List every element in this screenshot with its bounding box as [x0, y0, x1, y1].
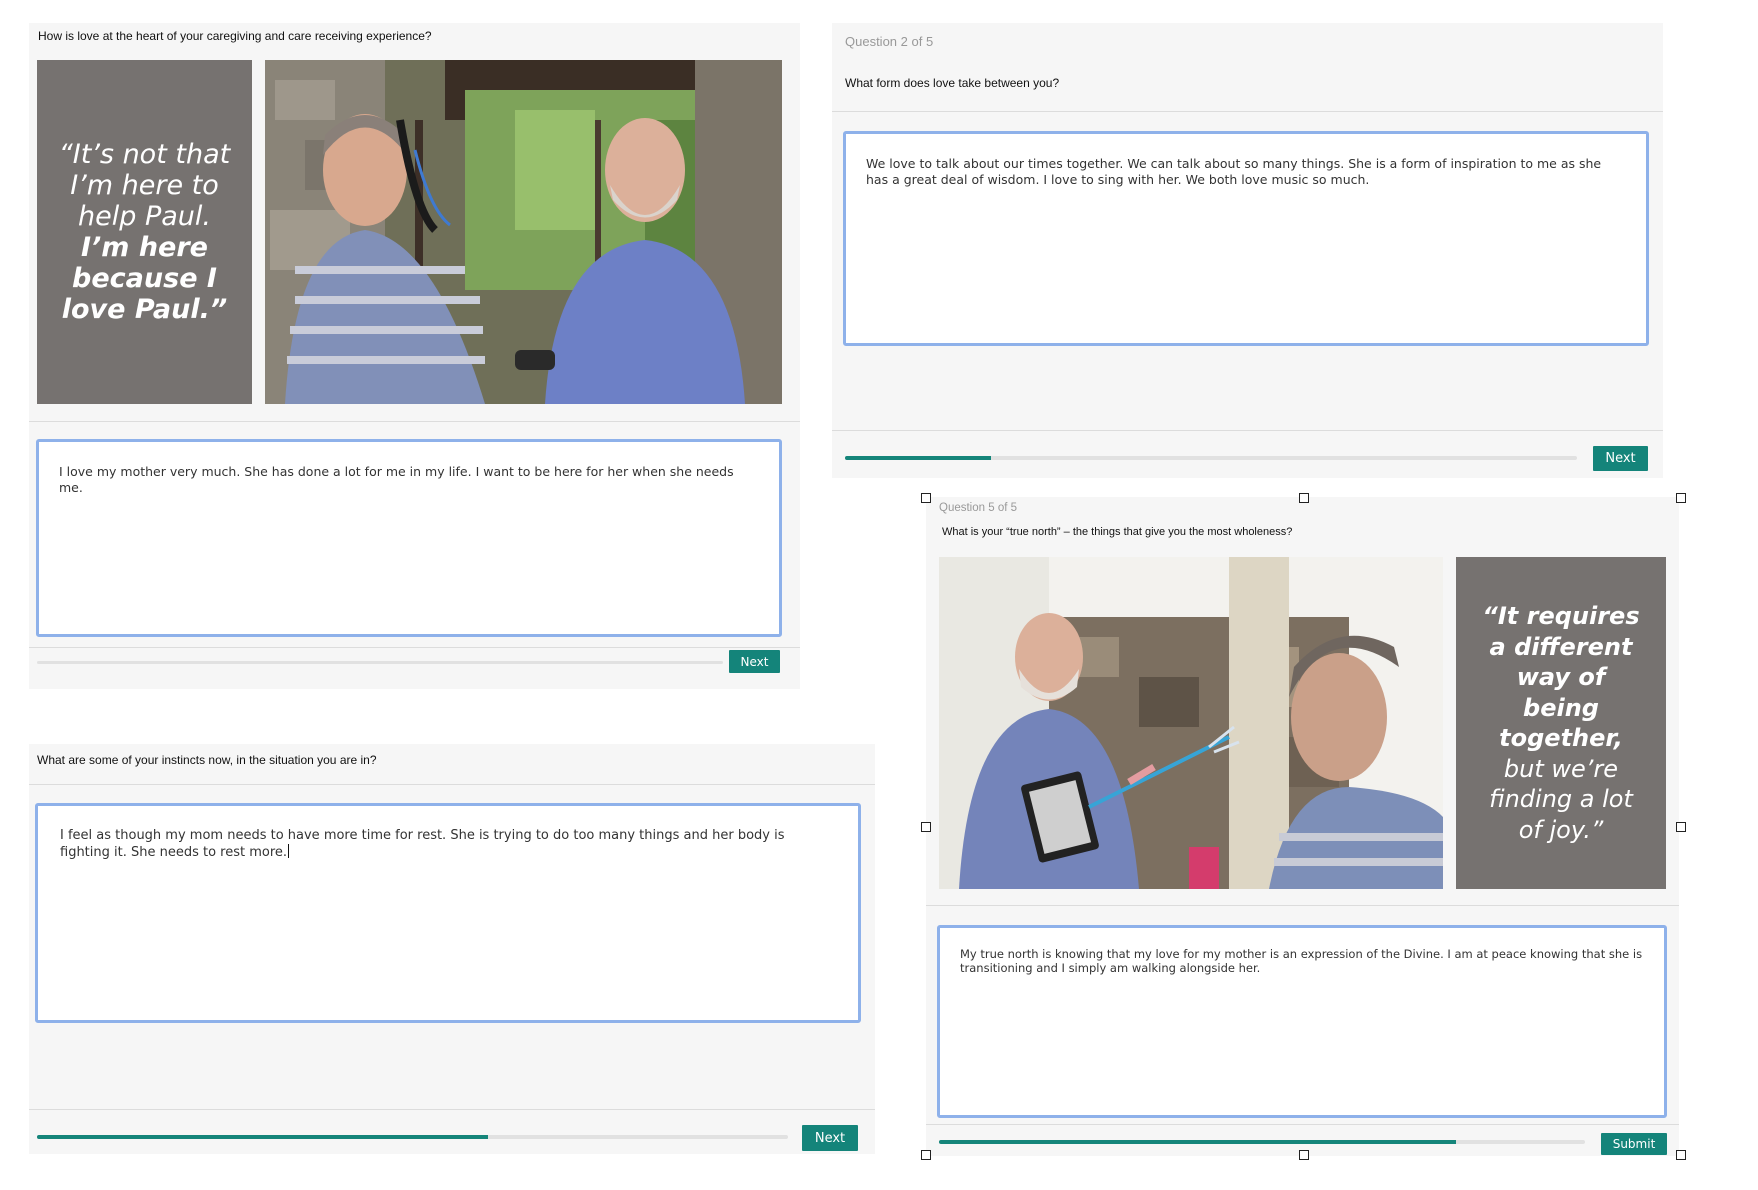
quote-line: “It requires — [1482, 602, 1640, 630]
divider — [29, 421, 800, 422]
photo-two-men-porch — [265, 60, 782, 404]
resize-handle-bottom-center[interactable] — [1299, 1150, 1309, 1160]
progress-fill — [845, 456, 992, 460]
resize-handle-middle-left[interactable] — [921, 822, 931, 832]
divider — [29, 1109, 875, 1110]
divider — [926, 1124, 1679, 1125]
divider — [926, 905, 1679, 906]
next-button[interactable]: Next — [729, 650, 780, 673]
photo-illustration — [939, 557, 1443, 889]
quote-line: help Paul. — [78, 201, 211, 232]
question-card-true-north: Question 5 of 5 What is your “true north… — [926, 497, 1679, 1156]
answer-text: I feel as though my mom needs to have mo… — [60, 828, 785, 861]
question-card-instincts: What are some of your instincts now, in … — [29, 744, 875, 1154]
resize-handle-top-center[interactable] — [1299, 493, 1309, 503]
text-cursor — [288, 844, 290, 859]
divider — [29, 647, 800, 648]
photo-men-tablet — [939, 557, 1443, 889]
progress-fill — [939, 1140, 1456, 1144]
resize-handle-top-left[interactable] — [921, 493, 931, 503]
resize-handle-middle-right[interactable] — [1676, 822, 1686, 832]
answer-textbox[interactable]: I love my mother very much. She has done… — [36, 439, 782, 637]
next-button[interactable]: Next — [802, 1125, 858, 1151]
answer-textbox[interactable]: I feel as though my mom needs to have mo… — [35, 803, 861, 1023]
quote-card: “It requires a different way of being togeth… — [1456, 557, 1666, 889]
quote-card: “It’s not that I’m here to help Paul. I’m h… — [37, 60, 252, 404]
resize-handle-bottom-right[interactable] — [1676, 1150, 1686, 1160]
progress-bar — [845, 456, 1577, 460]
progress-bar — [37, 661, 723, 664]
divider — [832, 430, 1663, 431]
question-card-love-form: Question 2 of 5 What form does love take… — [832, 23, 1663, 478]
question-number: Question 2 of 5 — [845, 34, 934, 49]
next-button[interactable]: Next — [1593, 446, 1648, 471]
answer-textbox[interactable]: We love to talk about our times together… — [843, 131, 1649, 346]
quote-line: of joy.” — [1518, 815, 1604, 844]
quote-line: finding a lot — [1489, 785, 1633, 813]
progress-bar — [37, 1135, 788, 1139]
quote-line: way of — [1516, 663, 1606, 691]
resize-handle-top-right[interactable] — [1676, 493, 1686, 503]
quote-line: being — [1523, 693, 1599, 722]
progress-fill — [37, 1135, 488, 1139]
resize-handle-bottom-left[interactable] — [921, 1150, 931, 1160]
quote-line: because I — [72, 263, 217, 294]
question-text: What form does love take between you? — [845, 76, 1060, 90]
divider — [29, 784, 875, 785]
divider — [832, 111, 1663, 112]
submit-button[interactable]: Submit — [1601, 1133, 1667, 1155]
answer-textbox[interactable]: My true north is knowing that my love fo… — [937, 925, 1667, 1118]
progress-bar — [939, 1140, 1585, 1144]
question-card-love-heart: How is love at the heart of your caregiv… — [29, 23, 800, 689]
quote-line: I’m here — [81, 232, 208, 263]
question-number: Question 5 of 5 — [939, 502, 1017, 514]
question-text: What is your “true north” – the things t… — [942, 526, 1293, 538]
quote-line: I’m here to — [70, 170, 219, 201]
photo-illustration — [265, 60, 782, 404]
quote-line: but we’re — [1503, 754, 1619, 783]
question-text: How is love at the heart of your caregiv… — [38, 29, 432, 43]
quote-line: “It’s not that — [58, 139, 231, 170]
quote-line: a different — [1489, 632, 1633, 661]
quote-line: love Paul.” — [61, 294, 228, 325]
quote-line: together, — [1499, 724, 1623, 752]
question-text: What are some of your instincts now, in … — [37, 753, 377, 767]
